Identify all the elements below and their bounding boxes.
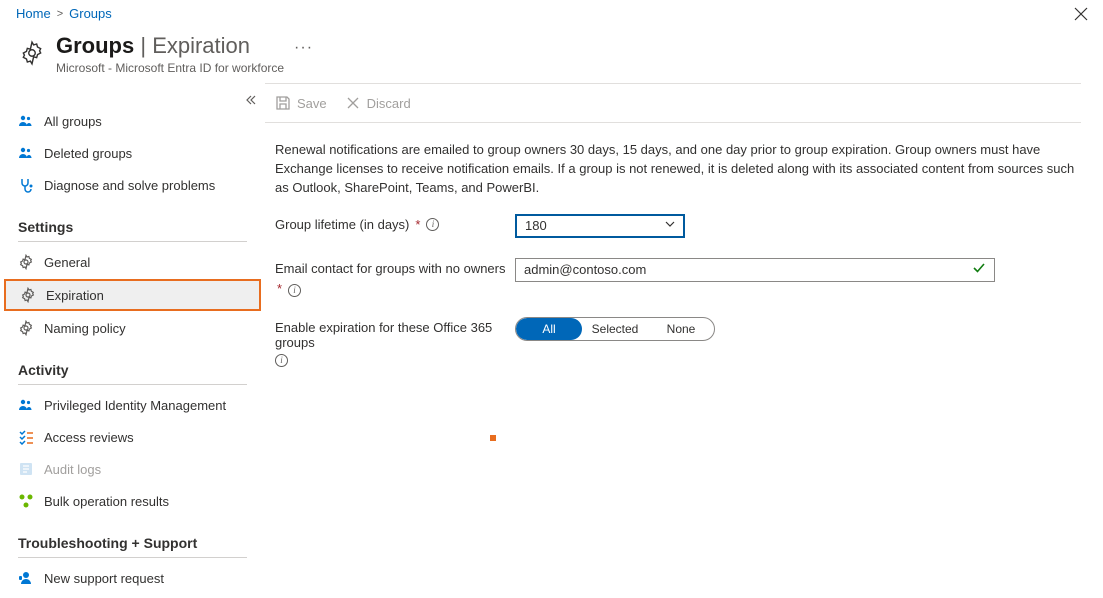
info-text: Renewal notifications are emailed to gro…	[265, 141, 1081, 198]
sidebar-item-naming-policy[interactable]: Naming policy	[0, 312, 265, 344]
checklist-icon	[18, 429, 34, 445]
sidebar-section-troubleshoot: Troubleshooting + Support	[0, 517, 265, 555]
sidebar-item-access-reviews[interactable]: Access reviews	[0, 421, 265, 453]
info-icon[interactable]: i	[288, 284, 301, 297]
segmented-enable-expiration: All Selected None	[515, 317, 715, 341]
label-text: Group lifetime (in days)	[275, 217, 409, 232]
dropdown-value: 180	[525, 218, 547, 233]
save-icon	[275, 95, 291, 111]
gear-icon	[20, 287, 36, 303]
collapse-sidebar-button[interactable]	[245, 94, 257, 109]
sidebar-item-label: Deleted groups	[44, 146, 132, 161]
sidebar-item-bulk-results[interactable]: Bulk operation results	[0, 485, 265, 517]
divider	[18, 384, 247, 385]
label-email-contact: Email contact for groups with no owners …	[275, 258, 515, 297]
sidebar: All groups Deleted groups Diagnose and s…	[0, 83, 265, 594]
divider	[18, 557, 247, 558]
sidebar-item-label: Access reviews	[44, 430, 134, 445]
info-icon[interactable]: i	[426, 218, 439, 231]
support-icon	[18, 570, 34, 586]
sidebar-item-label: Diagnose and solve problems	[44, 178, 215, 193]
row-group-lifetime: Group lifetime (in days) * i 180	[265, 214, 1081, 238]
save-button[interactable]: Save	[275, 95, 327, 111]
sidebar-item-label: Audit logs	[44, 462, 101, 477]
sidebar-item-label: Expiration	[46, 288, 104, 303]
nodes-icon	[18, 493, 34, 509]
sidebar-item-label: General	[44, 255, 90, 270]
required-marker: *	[277, 281, 282, 296]
divider	[18, 241, 247, 242]
save-label: Save	[297, 96, 327, 111]
option-none[interactable]: None	[648, 318, 714, 340]
dropdown-group-lifetime[interactable]: 180	[515, 214, 685, 238]
breadcrumb-home[interactable]: Home	[16, 6, 51, 21]
check-icon	[972, 261, 986, 278]
sidebar-item-diagnose[interactable]: Diagnose and solve problems	[0, 169, 265, 201]
people-icon	[18, 113, 34, 129]
log-icon	[18, 461, 34, 477]
input-value: admin@contoso.com	[524, 262, 646, 277]
discard-label: Discard	[367, 96, 411, 111]
option-selected[interactable]: Selected	[582, 318, 648, 340]
decorative-marker	[490, 435, 496, 441]
main-content: Save Discard Renewal notifications are e…	[265, 83, 1103, 594]
close-icon	[345, 95, 361, 111]
chevron-right-icon: >	[57, 8, 63, 20]
chevron-down-icon	[665, 219, 675, 232]
sidebar-item-label: New support request	[44, 571, 164, 586]
sidebar-item-new-support[interactable]: New support request	[0, 562, 265, 594]
info-icon[interactable]: i	[275, 354, 288, 367]
sidebar-section-settings: Settings	[0, 201, 265, 239]
sidebar-item-expiration[interactable]: Expiration	[4, 279, 261, 311]
stethoscope-icon	[18, 177, 34, 193]
page-title-separator: |	[134, 33, 152, 58]
page-title-main: Groups	[56, 33, 134, 58]
sidebar-section-activity: Activity	[0, 344, 265, 382]
close-button[interactable]	[1073, 6, 1089, 27]
sidebar-item-all-groups[interactable]: All groups	[0, 105, 265, 137]
breadcrumb-groups[interactable]: Groups	[69, 6, 112, 21]
sidebar-item-label: All groups	[44, 114, 102, 129]
sidebar-item-label: Naming policy	[44, 321, 126, 336]
label-text: Email contact for groups with no owners	[275, 261, 506, 276]
label-enable-expiration: Enable expiration for these Office 365 g…	[275, 317, 515, 367]
gear-icon	[18, 320, 34, 336]
page-title-block: Groups | Expiration Microsoft - Microsof…	[56, 33, 284, 75]
page-subtitle: Microsoft - Microsoft Entra ID for workf…	[56, 61, 284, 75]
sidebar-item-general[interactable]: General	[0, 246, 265, 278]
sidebar-item-label: Privileged Identity Management	[44, 398, 226, 413]
page-title-sub: Expiration	[152, 33, 250, 58]
gear-icon	[18, 254, 34, 270]
sidebar-item-label: Bulk operation results	[44, 494, 169, 509]
toolbar: Save Discard	[265, 83, 1081, 123]
discard-button[interactable]: Discard	[345, 95, 411, 111]
input-email-contact[interactable]: admin@contoso.com	[515, 258, 995, 282]
people-icon	[18, 397, 34, 413]
page-header: Groups | Expiration Microsoft - Microsof…	[0, 23, 1103, 75]
sidebar-item-pim[interactable]: Privileged Identity Management	[0, 389, 265, 421]
option-all[interactable]: All	[516, 318, 582, 340]
gear-icon	[16, 37, 48, 69]
label-group-lifetime: Group lifetime (in days) * i	[275, 214, 515, 232]
more-actions-button[interactable]: ···	[294, 39, 313, 57]
breadcrumb: Home > Groups	[0, 0, 1103, 23]
required-marker: *	[415, 217, 420, 232]
row-email-contact: Email contact for groups with no owners …	[265, 258, 1081, 297]
sidebar-item-audit-logs[interactable]: Audit logs	[0, 453, 265, 485]
people-icon	[18, 145, 34, 161]
sidebar-item-deleted-groups[interactable]: Deleted groups	[0, 137, 265, 169]
label-text: Enable expiration for these Office 365 g…	[275, 320, 515, 350]
row-enable-expiration: Enable expiration for these Office 365 g…	[265, 317, 1081, 367]
